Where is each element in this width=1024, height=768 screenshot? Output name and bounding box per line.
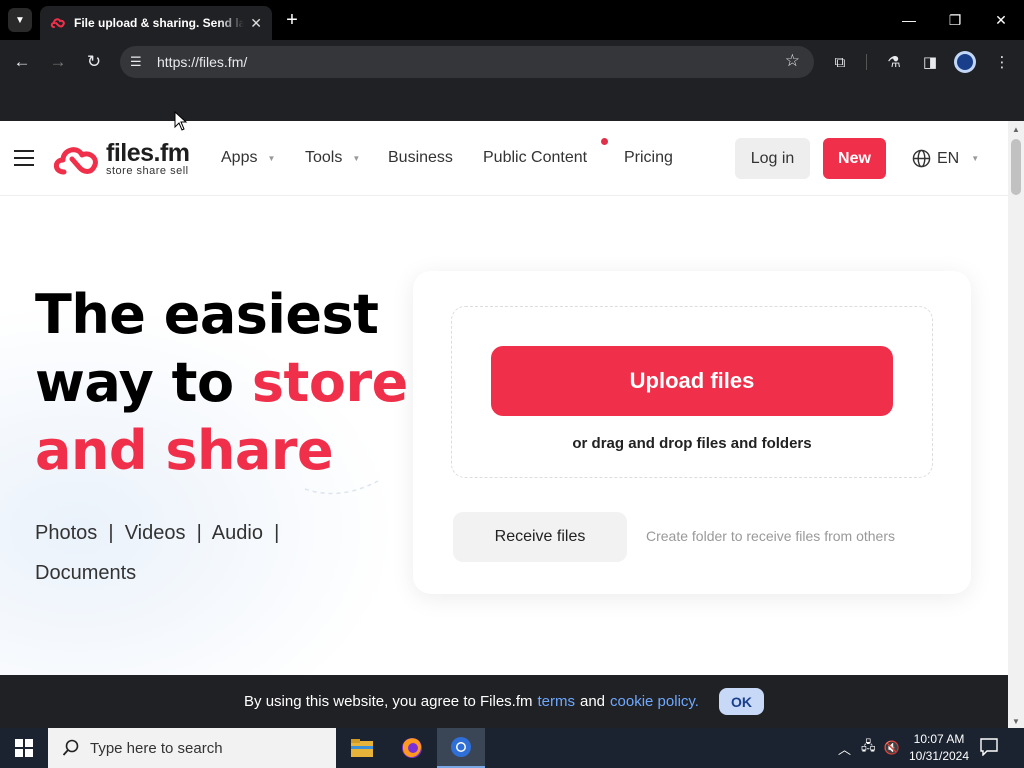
hero-line-2-a: way to: [35, 351, 252, 414]
notification-dot: [601, 138, 608, 145]
windows-taskbar: Type here to search ︿ 🖧 🔇 10:07 AM 10/31…: [0, 728, 1024, 768]
scrollbar-thumb[interactable]: [1011, 139, 1021, 195]
firefox-logo-icon: [402, 738, 422, 758]
network-icon[interactable]: 🖧: [861, 737, 876, 759]
media-types-line-1: Photos | Videos | Audio |: [35, 522, 280, 544]
chevron-down-icon: ▼: [267, 153, 276, 163]
taskbar-search-box[interactable]: Type here to search: [48, 728, 336, 768]
cookie-and-text: and: [580, 693, 606, 710]
nav-tools[interactable]: Tools ▼: [305, 149, 360, 167]
url-text[interactable]: https://files.fm/: [157, 54, 247, 70]
toolbar-divider: [866, 54, 867, 70]
action-center-icon[interactable]: [980, 738, 1002, 758]
files-fm-favicon-icon: [50, 18, 65, 28]
files-fm-logo[interactable]: files.fm store share sell: [52, 141, 190, 177]
firefox-icon[interactable]: [388, 728, 436, 768]
browser-tab-bar: ▼ File upload & sharing. Send large file…: [0, 0, 1024, 40]
menu-kebab-icon[interactable]: ⋮: [990, 50, 1014, 74]
files-fm-cloud-logo-icon: [53, 147, 98, 175]
taskbar-search-placeholder: Type here to search: [90, 739, 223, 757]
tab-title: File upload & sharing. Send large files: [74, 16, 245, 30]
nav-apps-label: Apps: [221, 149, 258, 166]
notification-bubble-icon: [980, 738, 998, 757]
hero-line-3: and share: [35, 419, 334, 482]
upload-card: Upload files or drag and drop files and …: [413, 271, 971, 594]
side-panel-icon[interactable]: ◨: [918, 50, 942, 74]
clock-time: 10:07 AM: [913, 732, 965, 746]
receive-files-hint: Create folder to receive files from othe…: [646, 528, 895, 544]
nav-public-content[interactable]: Public Content: [483, 149, 587, 167]
system-tray: ︿ 🖧 🔇: [838, 728, 900, 768]
labs-flask-icon[interactable]: ⚗: [882, 50, 906, 74]
browser-tab[interactable]: File upload & sharing. Send large files …: [40, 6, 272, 40]
scroll-down-icon[interactable]: ▼: [1012, 717, 1020, 726]
mouse-cursor-icon: [174, 111, 188, 131]
tab-search-dropdown-icon[interactable]: ▼: [8, 8, 32, 32]
nav-pricing-label: Pricing: [624, 149, 673, 166]
restore-icon[interactable]: ❐: [932, 0, 978, 40]
folder-icon: [351, 739, 373, 757]
media-types-line-2: Documents: [35, 562, 137, 584]
cookie-policy-link[interactable]: cookie policy.: [610, 693, 699, 710]
taskbar-clock[interactable]: 10:07 AM 10/31/2024: [906, 731, 972, 765]
extensions-icon[interactable]: ⧉: [828, 50, 852, 74]
back-icon[interactable]: ←: [10, 50, 34, 74]
address-bar[interactable]: ☰ https://files.fm/ ☆: [120, 46, 814, 78]
page-scrollbar[interactable]: ▲ ▼: [1008, 121, 1024, 728]
cookie-ok-button[interactable]: OK: [718, 688, 764, 715]
chevron-down-icon: ▼: [352, 153, 361, 163]
clock-date: 10/31/2024: [908, 749, 970, 763]
scroll-up-icon[interactable]: ▲: [1012, 125, 1020, 134]
login-button[interactable]: Log in: [735, 138, 810, 179]
hero-title: The easiest way to store and share: [35, 281, 408, 485]
hero-line-1: The easiest: [35, 283, 379, 346]
logo-name: files.fm: [106, 139, 190, 167]
profile-avatar-icon[interactable]: [954, 51, 976, 73]
drag-drop-hint: or drag and drop files and folders: [572, 435, 812, 452]
media-types: Photos | Videos | Audio | Documents: [35, 513, 335, 593]
bookmark-bar: [0, 84, 1024, 121]
file-explorer-icon[interactable]: [338, 728, 386, 768]
cookie-consent-bar: By using this website, you agree to File…: [0, 675, 1008, 728]
nav-business-label: Business: [388, 149, 453, 166]
terms-link[interactable]: terms: [538, 693, 576, 710]
forward-icon[interactable]: →: [46, 50, 70, 74]
new-button[interactable]: New: [823, 138, 886, 179]
windows-start-button[interactable]: [0, 728, 48, 768]
receive-files-button[interactable]: Receive files: [453, 512, 627, 562]
globe-icon: [912, 149, 931, 168]
search-icon: [62, 739, 79, 756]
chrome-logo-icon: [451, 737, 471, 757]
tab-close-icon[interactable]: ✕: [250, 15, 262, 32]
bookmark-star-icon[interactable]: ☆: [785, 51, 800, 71]
hamburger-menu-icon[interactable]: [14, 150, 34, 166]
windows-logo-icon: [15, 739, 33, 757]
language-label: EN: [937, 149, 960, 167]
nav-apps[interactable]: Apps ▼: [221, 149, 275, 167]
logo-tagline: store share sell: [106, 165, 189, 177]
reload-icon[interactable]: ↻: [82, 50, 106, 74]
files-fm-page: files.fm store share sell Apps ▼ Tools ▼ B…: [0, 121, 1008, 728]
browser-toolbar: ← → ↻ ☰ https://files.fm/ ☆ ⧉ ⚗ ◨ ⋮: [0, 40, 1024, 84]
minimize-icon[interactable]: —: [886, 0, 932, 40]
nav-public-content-label: Public Content: [483, 149, 588, 166]
window-close-icon[interactable]: ✕: [978, 0, 1024, 40]
cookie-text: By using this website, you agree to File…: [244, 693, 533, 710]
volume-muted-icon[interactable]: 🔇: [884, 740, 900, 756]
site-header: files.fm store share sell Apps ▼ Tools ▼ B…: [0, 121, 1008, 196]
tray-overflow-chevron-icon[interactable]: ︿: [838, 739, 851, 758]
nav-pricing[interactable]: Pricing: [624, 149, 673, 167]
new-tab-icon[interactable]: +: [280, 8, 304, 32]
chrome-icon[interactable]: [437, 728, 485, 768]
hero-line-2: way to store: [35, 349, 408, 417]
nav-tools-label: Tools: [305, 149, 343, 166]
chevron-down-icon: ▼: [971, 154, 980, 163]
nav-business[interactable]: Business: [388, 149, 453, 167]
site-info-icon[interactable]: ☰: [130, 54, 142, 70]
upload-files-button[interactable]: Upload files: [491, 346, 893, 416]
language-selector[interactable]: EN ▼: [912, 149, 979, 168]
hero-line-2-b: store: [251, 351, 408, 414]
